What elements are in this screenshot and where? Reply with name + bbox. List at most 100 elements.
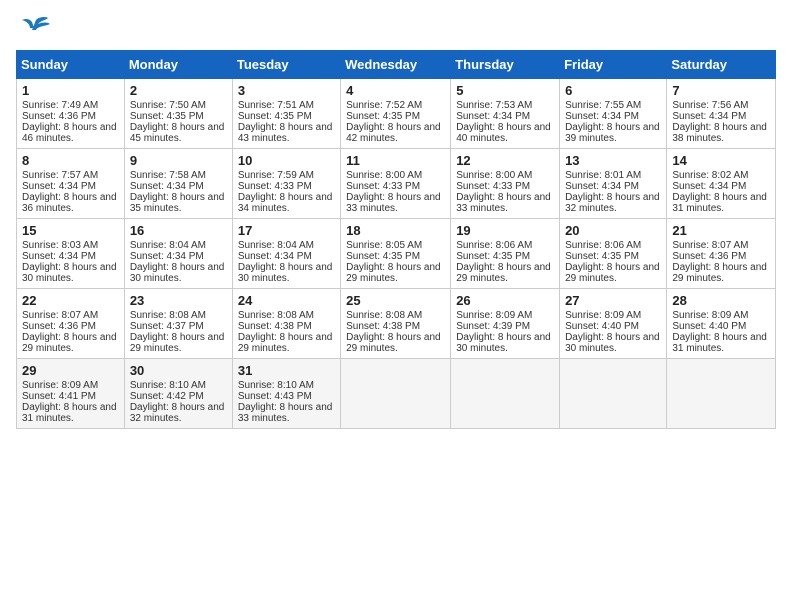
sunrise-label: Sunrise: 7:59 AM	[238, 170, 314, 181]
calendar-table: SundayMondayTuesdayWednesdayThursdayFrid…	[16, 50, 776, 429]
daylight-label: Daylight: 8 hours and 32 minutes.	[130, 402, 225, 424]
header-sunday: Sunday	[17, 51, 125, 79]
sunrise-label: Sunrise: 8:08 AM	[238, 310, 314, 321]
sunset-label: Sunset: 4:43 PM	[238, 391, 312, 402]
daylight-label: Daylight: 8 hours and 29 minutes.	[565, 262, 660, 284]
daylight-label: Daylight: 8 hours and 43 minutes.	[238, 122, 333, 144]
day-number: 8	[22, 153, 119, 168]
daylight-label: Daylight: 8 hours and 40 minutes.	[456, 122, 551, 144]
day-number: 19	[456, 223, 554, 238]
sunrise-label: Sunrise: 8:01 AM	[565, 170, 641, 181]
sunrise-label: Sunrise: 7:56 AM	[672, 100, 748, 111]
sunrise-label: Sunrise: 8:08 AM	[130, 310, 206, 321]
daylight-label: Daylight: 8 hours and 29 minutes.	[130, 332, 225, 354]
calendar-cell: 4 Sunrise: 7:52 AM Sunset: 4:35 PM Dayli…	[341, 79, 451, 149]
sunrise-label: Sunrise: 8:08 AM	[346, 310, 422, 321]
daylight-label: Daylight: 8 hours and 31 minutes.	[22, 402, 117, 424]
sunrise-label: Sunrise: 8:07 AM	[22, 310, 98, 321]
calendar-cell: 21 Sunrise: 8:07 AM Sunset: 4:36 PM Dayl…	[667, 219, 776, 289]
daylight-label: Daylight: 8 hours and 30 minutes.	[130, 262, 225, 284]
sunset-label: Sunset: 4:34 PM	[456, 111, 530, 122]
sunset-label: Sunset: 4:34 PM	[238, 251, 312, 262]
sunrise-label: Sunrise: 8:04 AM	[130, 240, 206, 251]
sunrise-label: Sunrise: 8:04 AM	[238, 240, 314, 251]
daylight-label: Daylight: 8 hours and 45 minutes.	[130, 122, 225, 144]
calendar-cell: 3 Sunrise: 7:51 AM Sunset: 4:35 PM Dayli…	[232, 79, 340, 149]
calendar-header-row: SundayMondayTuesdayWednesdayThursdayFrid…	[17, 51, 776, 79]
sunset-label: Sunset: 4:34 PM	[565, 181, 639, 192]
day-number: 27	[565, 293, 661, 308]
page-header	[16, 16, 776, 42]
daylight-label: Daylight: 8 hours and 29 minutes.	[22, 332, 117, 354]
day-number: 25	[346, 293, 445, 308]
daylight-label: Daylight: 8 hours and 31 minutes.	[672, 192, 767, 214]
sunset-label: Sunset: 4:40 PM	[565, 321, 639, 332]
calendar-cell	[667, 359, 776, 429]
calendar-cell: 25 Sunrise: 8:08 AM Sunset: 4:38 PM Dayl…	[341, 289, 451, 359]
header-friday: Friday	[560, 51, 667, 79]
daylight-label: Daylight: 8 hours and 30 minutes.	[238, 262, 333, 284]
daylight-label: Daylight: 8 hours and 29 minutes.	[238, 332, 333, 354]
sunrise-label: Sunrise: 8:10 AM	[238, 380, 314, 391]
sunrise-label: Sunrise: 7:58 AM	[130, 170, 206, 181]
calendar-cell: 19 Sunrise: 8:06 AM Sunset: 4:35 PM Dayl…	[451, 219, 560, 289]
header-tuesday: Tuesday	[232, 51, 340, 79]
header-saturday: Saturday	[667, 51, 776, 79]
day-number: 12	[456, 153, 554, 168]
calendar-cell: 7 Sunrise: 7:56 AM Sunset: 4:34 PM Dayli…	[667, 79, 776, 149]
sunrise-label: Sunrise: 7:50 AM	[130, 100, 206, 111]
sunset-label: Sunset: 4:39 PM	[456, 321, 530, 332]
day-number: 23	[130, 293, 227, 308]
calendar-cell: 28 Sunrise: 8:09 AM Sunset: 4:40 PM Dayl…	[667, 289, 776, 359]
calendar-cell: 5 Sunrise: 7:53 AM Sunset: 4:34 PM Dayli…	[451, 79, 560, 149]
calendar-week-3: 15 Sunrise: 8:03 AM Sunset: 4:34 PM Dayl…	[17, 219, 776, 289]
daylight-label: Daylight: 8 hours and 33 minutes.	[238, 402, 333, 424]
sunrise-label: Sunrise: 8:07 AM	[672, 240, 748, 251]
day-number: 6	[565, 83, 661, 98]
sunrise-label: Sunrise: 7:55 AM	[565, 100, 641, 111]
logo-bird-icon	[18, 16, 50, 42]
header-wednesday: Wednesday	[341, 51, 451, 79]
sunrise-label: Sunrise: 8:09 AM	[456, 310, 532, 321]
daylight-label: Daylight: 8 hours and 46 minutes.	[22, 122, 117, 144]
sunset-label: Sunset: 4:34 PM	[565, 111, 639, 122]
daylight-label: Daylight: 8 hours and 33 minutes.	[346, 192, 441, 214]
calendar-week-2: 8 Sunrise: 7:57 AM Sunset: 4:34 PM Dayli…	[17, 149, 776, 219]
sunset-label: Sunset: 4:34 PM	[22, 181, 96, 192]
sunrise-label: Sunrise: 8:09 AM	[565, 310, 641, 321]
day-number: 17	[238, 223, 335, 238]
day-number: 22	[22, 293, 119, 308]
day-number: 3	[238, 83, 335, 98]
header-thursday: Thursday	[451, 51, 560, 79]
sunset-label: Sunset: 4:35 PM	[130, 111, 204, 122]
daylight-label: Daylight: 8 hours and 34 minutes.	[238, 192, 333, 214]
sunrise-label: Sunrise: 8:06 AM	[565, 240, 641, 251]
calendar-cell: 1 Sunrise: 7:49 AM Sunset: 4:36 PM Dayli…	[17, 79, 125, 149]
sunset-label: Sunset: 4:35 PM	[346, 251, 420, 262]
day-number: 18	[346, 223, 445, 238]
sunset-label: Sunset: 4:35 PM	[456, 251, 530, 262]
day-number: 21	[672, 223, 770, 238]
calendar-cell: 14 Sunrise: 8:02 AM Sunset: 4:34 PM Dayl…	[667, 149, 776, 219]
sunset-label: Sunset: 4:40 PM	[672, 321, 746, 332]
daylight-label: Daylight: 8 hours and 39 minutes.	[565, 122, 660, 144]
calendar-week-5: 29 Sunrise: 8:09 AM Sunset: 4:41 PM Dayl…	[17, 359, 776, 429]
sunset-label: Sunset: 4:35 PM	[565, 251, 639, 262]
sunset-label: Sunset: 4:33 PM	[346, 181, 420, 192]
calendar-cell: 15 Sunrise: 8:03 AM Sunset: 4:34 PM Dayl…	[17, 219, 125, 289]
sunset-label: Sunset: 4:34 PM	[672, 111, 746, 122]
daylight-label: Daylight: 8 hours and 29 minutes.	[456, 262, 551, 284]
calendar-cell: 6 Sunrise: 7:55 AM Sunset: 4:34 PM Dayli…	[560, 79, 667, 149]
calendar-cell	[560, 359, 667, 429]
sunrise-label: Sunrise: 8:10 AM	[130, 380, 206, 391]
sunrise-label: Sunrise: 8:09 AM	[672, 310, 748, 321]
day-number: 2	[130, 83, 227, 98]
sunset-label: Sunset: 4:36 PM	[22, 321, 96, 332]
sunset-label: Sunset: 4:33 PM	[456, 181, 530, 192]
day-number: 30	[130, 363, 227, 378]
calendar-week-1: 1 Sunrise: 7:49 AM Sunset: 4:36 PM Dayli…	[17, 79, 776, 149]
sunrise-label: Sunrise: 8:06 AM	[456, 240, 532, 251]
sunrise-label: Sunrise: 8:05 AM	[346, 240, 422, 251]
sunset-label: Sunset: 4:34 PM	[672, 181, 746, 192]
calendar-cell: 22 Sunrise: 8:07 AM Sunset: 4:36 PM Dayl…	[17, 289, 125, 359]
